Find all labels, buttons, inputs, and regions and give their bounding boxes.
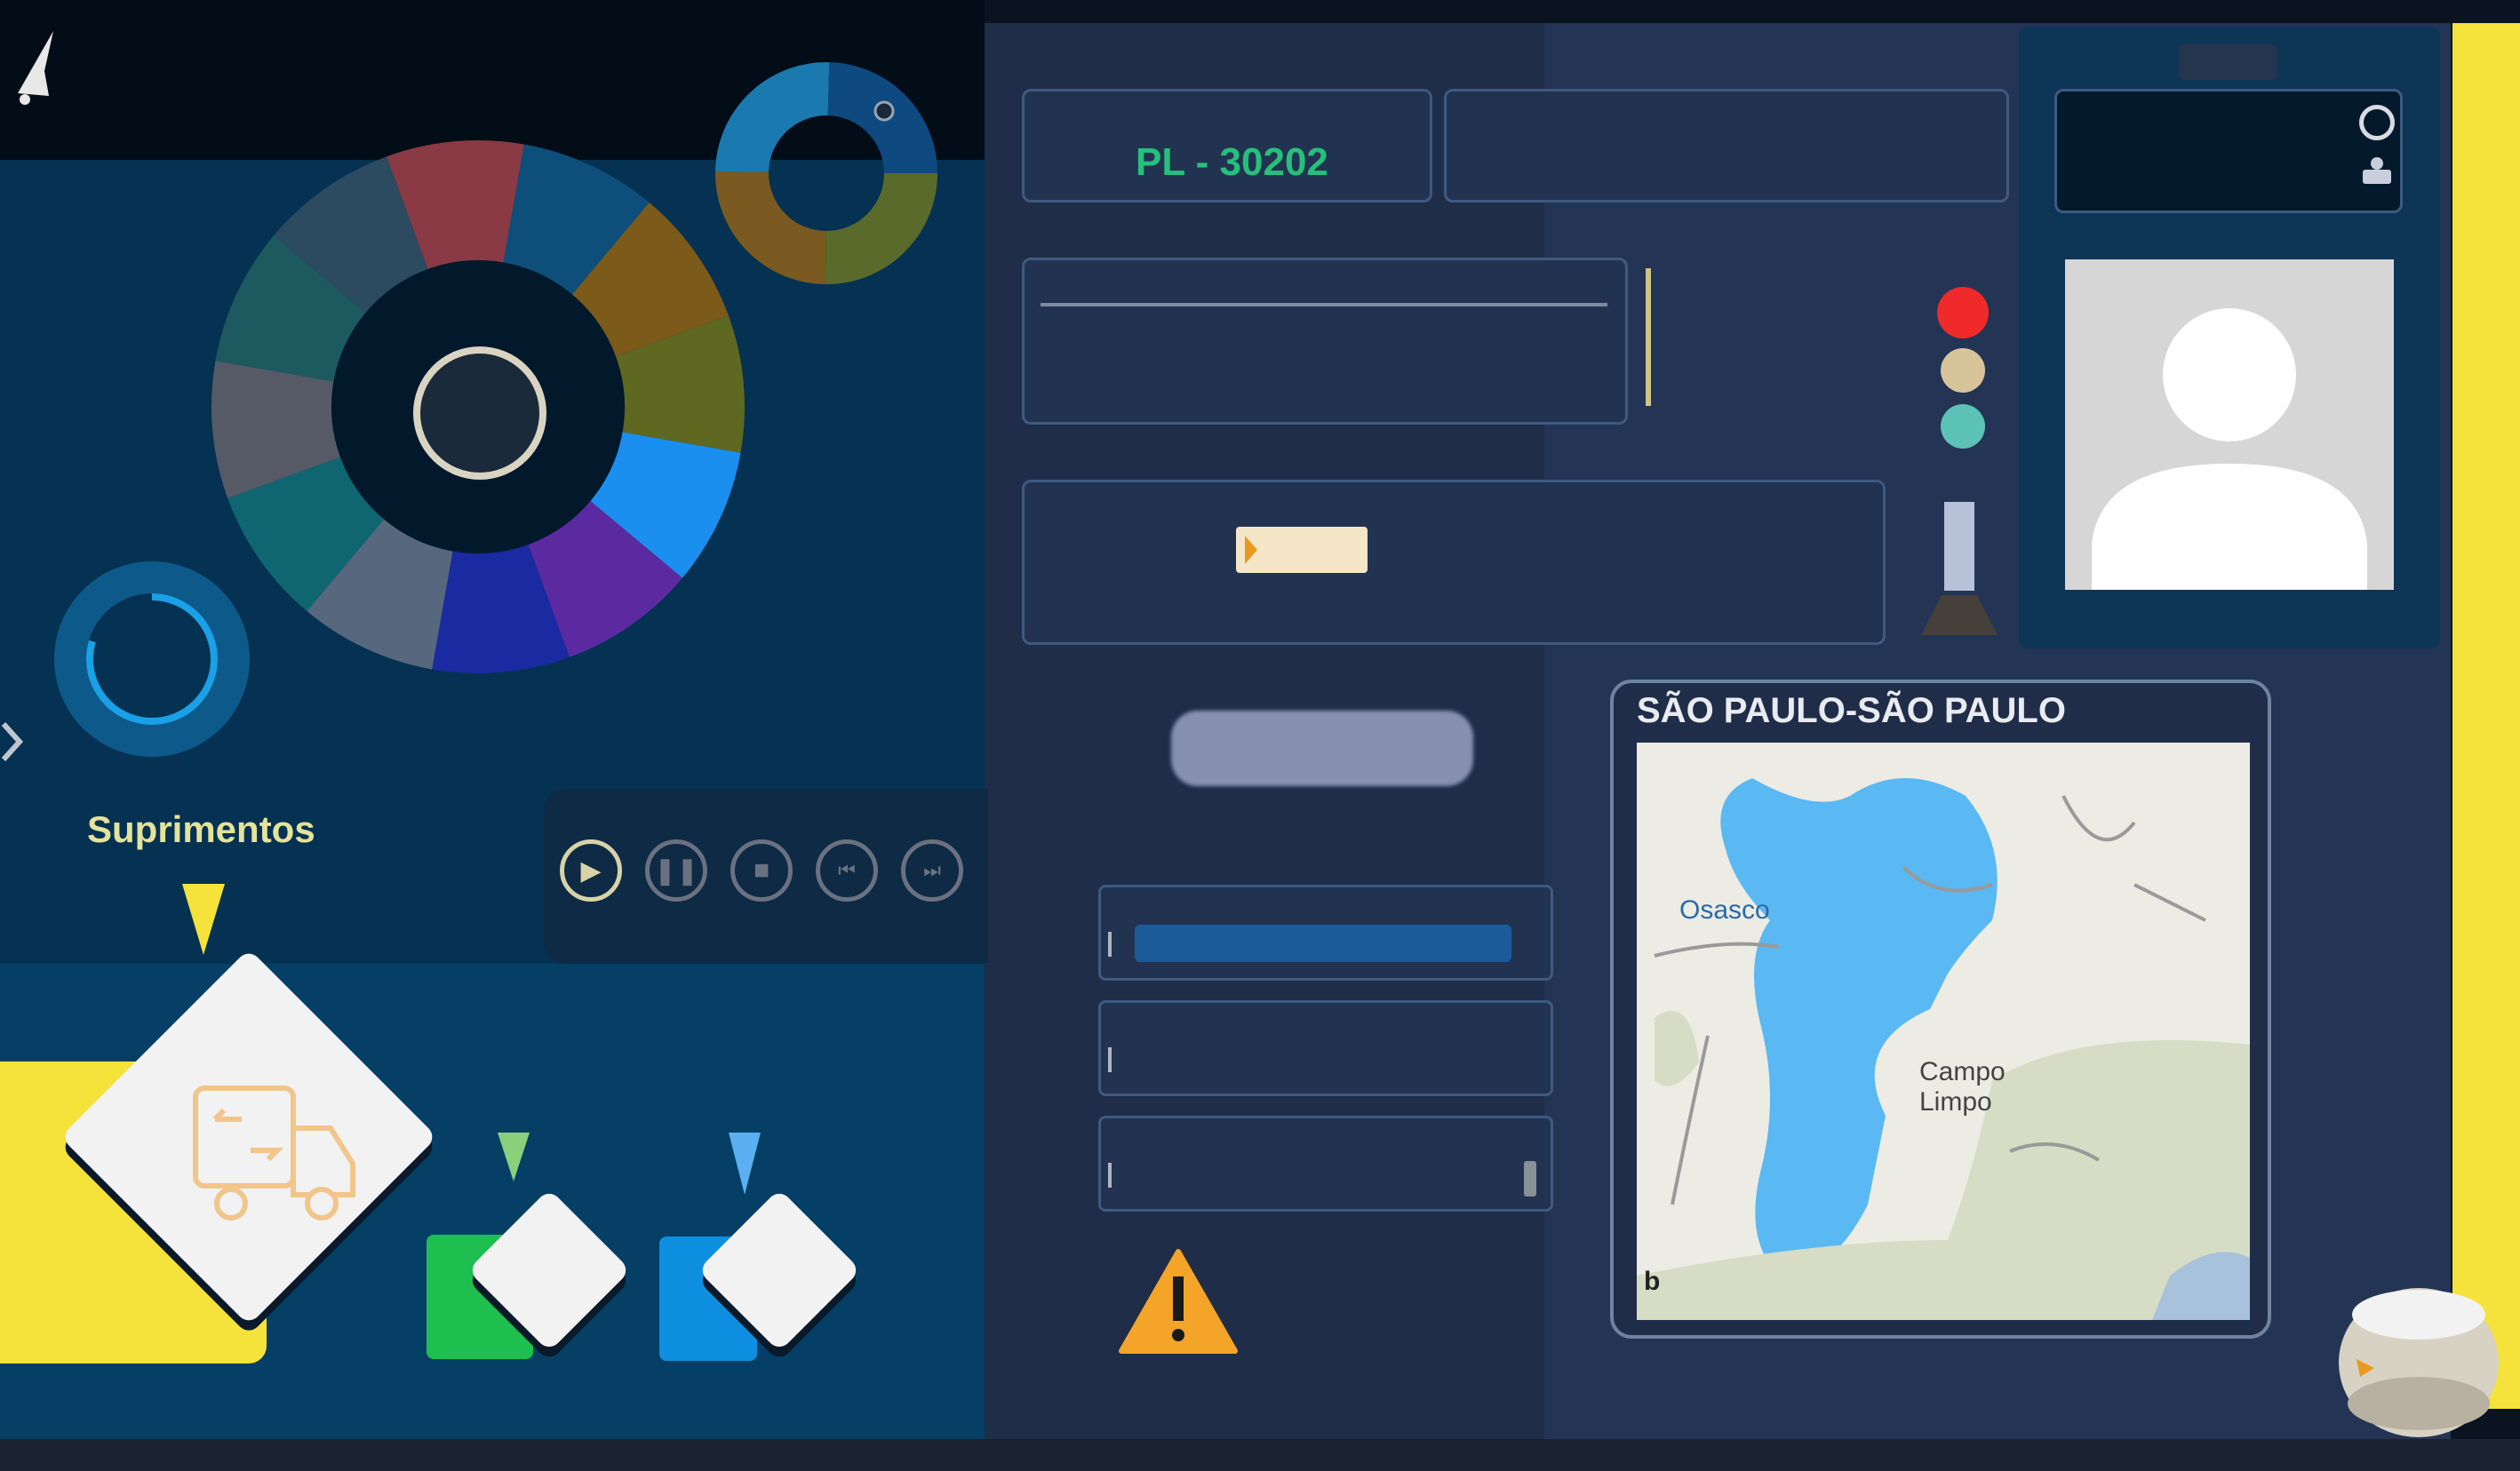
comments-card	[1022, 480, 1886, 645]
id-value: PL - 30202	[1136, 140, 1328, 184]
status-divider	[1646, 268, 1651, 406]
form-field-2-cursor	[1108, 1047, 1112, 1072]
form-field-3-cursor	[1108, 1163, 1112, 1188]
skip-forward-icon[interactable]: ⏭	[901, 839, 963, 902]
bottom-bar	[0, 1439, 2520, 1471]
process-underline	[1041, 303, 1607, 306]
assistant-button[interactable]	[2339, 1288, 2499, 1437]
bing-logo: b	[1644, 1267, 1661, 1296]
map-title: SÃO PAULO-SÃO PAULO	[1637, 691, 2066, 730]
form-field-1-cursor	[1108, 932, 1112, 957]
avatar	[2065, 259, 2394, 590]
workflow-arrow-main	[182, 884, 225, 955]
traffic-light-green	[1941, 404, 1985, 449]
card-clip	[2179, 44, 2277, 80]
user-settings-icon[interactable]	[2361, 155, 2393, 186]
workflow-arrow-3	[729, 1133, 761, 1195]
traffic-light-yellow	[1941, 348, 1985, 393]
yellow-side-bar	[2452, 23, 2520, 1409]
skip-back-icon[interactable]: ⏮	[816, 839, 878, 902]
bell-icon[interactable]	[9, 27, 62, 107]
form-field-1-input[interactable]	[1135, 925, 1511, 962]
donut-center-ring[interactable]	[413, 346, 546, 480]
process-card	[1022, 258, 1628, 425]
delivery-truck-icon	[188, 1079, 357, 1235]
map-place-campo-limpo: Campo Limpo	[1919, 1057, 2006, 1117]
warning-icon	[1118, 1248, 1239, 1355]
mini-donut[interactable]	[715, 58, 937, 289]
blurred-button[interactable]	[1171, 711, 1473, 786]
map-place-osasco: Osasco	[1679, 895, 1770, 925]
stop-icon[interactable]: ■	[730, 839, 793, 902]
workflow-arrow-2	[498, 1133, 530, 1181]
block-icon[interactable]	[2359, 105, 2395, 140]
progress-ring	[53, 558, 251, 760]
id-card: PL - 30202	[1022, 89, 1432, 203]
field2-card	[1444, 89, 2009, 203]
comment-tag[interactable]	[1236, 527, 1368, 573]
form-field-3[interactable]	[1098, 1116, 1553, 1212]
user-header	[2054, 89, 2403, 213]
lamp-icon[interactable]	[1919, 497, 1999, 640]
play-icon[interactable]: ▶	[560, 839, 622, 902]
map-view[interactable]: Osasco Campo Limpo b	[1637, 743, 2250, 1320]
form-field-1[interactable]	[1098, 885, 1553, 981]
traffic-light-red	[1937, 287, 1989, 338]
form-field-2[interactable]	[1098, 1000, 1553, 1096]
workflow-title: Suprimentos	[87, 808, 315, 850]
pause-icon[interactable]: ❚❚	[645, 839, 707, 902]
chevron-left-icon[interactable]	[0, 715, 25, 768]
form-field-3-scroll[interactable]	[1524, 1161, 1536, 1197]
